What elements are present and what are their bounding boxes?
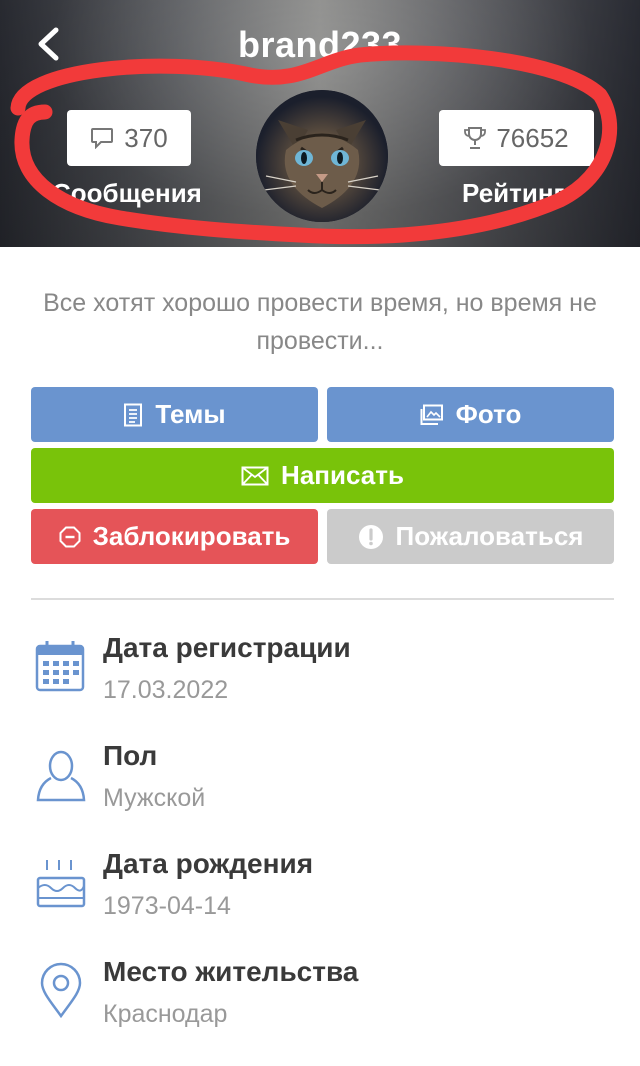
messages-label: Сообщения bbox=[52, 178, 202, 208]
topics-button-label: Темы bbox=[155, 399, 226, 429]
calendar-icon bbox=[35, 641, 85, 692]
location-label: Место жительства bbox=[103, 956, 359, 987]
photo-icon bbox=[420, 404, 443, 425]
registration-label: Дата регистрации bbox=[103, 632, 351, 663]
person-icon bbox=[36, 750, 86, 802]
section-divider bbox=[31, 598, 614, 600]
back-button[interactable] bbox=[28, 22, 68, 66]
cake-icon bbox=[36, 860, 86, 908]
birthday-label: Дата рождения bbox=[103, 848, 314, 879]
gender-value: Мужской bbox=[103, 784, 206, 812]
username-title: brand233 bbox=[237, 24, 403, 65]
stop-octagon-icon bbox=[59, 526, 81, 547]
info-row-gender: Пол Мужской bbox=[31, 740, 614, 830]
gender-label: Пол bbox=[103, 740, 158, 771]
block-button-label: Заблокировать bbox=[92, 521, 291, 551]
topics-button[interactable]: Темы bbox=[31, 387, 318, 442]
rating-count: 76652 bbox=[496, 122, 569, 153]
report-button[interactable]: Пожаловаться bbox=[327, 509, 614, 564]
trophy-icon bbox=[464, 127, 487, 149]
cat-avatar[interactable] bbox=[256, 90, 388, 222]
info-row-birthday: Дата рождения 1973-04-14 bbox=[31, 848, 614, 938]
info-row-location: Место жительства Краснодар bbox=[31, 956, 614, 1046]
messages-count-button[interactable]: 370 bbox=[67, 110, 191, 166]
write-button-label: Написать bbox=[281, 460, 404, 490]
write-message-button[interactable]: Написать bbox=[31, 448, 614, 503]
cat-avatar-image bbox=[256, 90, 388, 222]
exclamation-circle-icon bbox=[358, 524, 383, 549]
chevron-left-icon bbox=[38, 27, 59, 61]
rating-label: Рейтинг bbox=[462, 178, 565, 208]
registration-value: 17.03.2022 bbox=[103, 676, 229, 704]
photo-button-label: Фото bbox=[455, 399, 522, 429]
status-text: Все хотят хорошо провести время, но врем… bbox=[43, 289, 597, 355]
profile-header: brand233 370 Сообщения 76652 Рейтинг bbox=[0, 0, 640, 247]
location-pin-icon bbox=[40, 962, 82, 1018]
photo-button[interactable]: Фото bbox=[327, 387, 614, 442]
info-row-registration: Дата регистрации 17.03.2022 bbox=[31, 632, 614, 722]
location-value: Краснодар bbox=[103, 1000, 228, 1028]
envelope-icon bbox=[241, 466, 269, 485]
report-button-label: Пожаловаться bbox=[395, 521, 584, 551]
speech-bubble-icon bbox=[91, 128, 114, 149]
block-button[interactable]: Заблокировать bbox=[31, 509, 318, 564]
rating-count-button[interactable]: 76652 bbox=[439, 110, 594, 166]
messages-count: 370 bbox=[124, 122, 168, 153]
birthday-value: 1973-04-14 bbox=[103, 892, 231, 920]
document-icon bbox=[124, 403, 143, 426]
